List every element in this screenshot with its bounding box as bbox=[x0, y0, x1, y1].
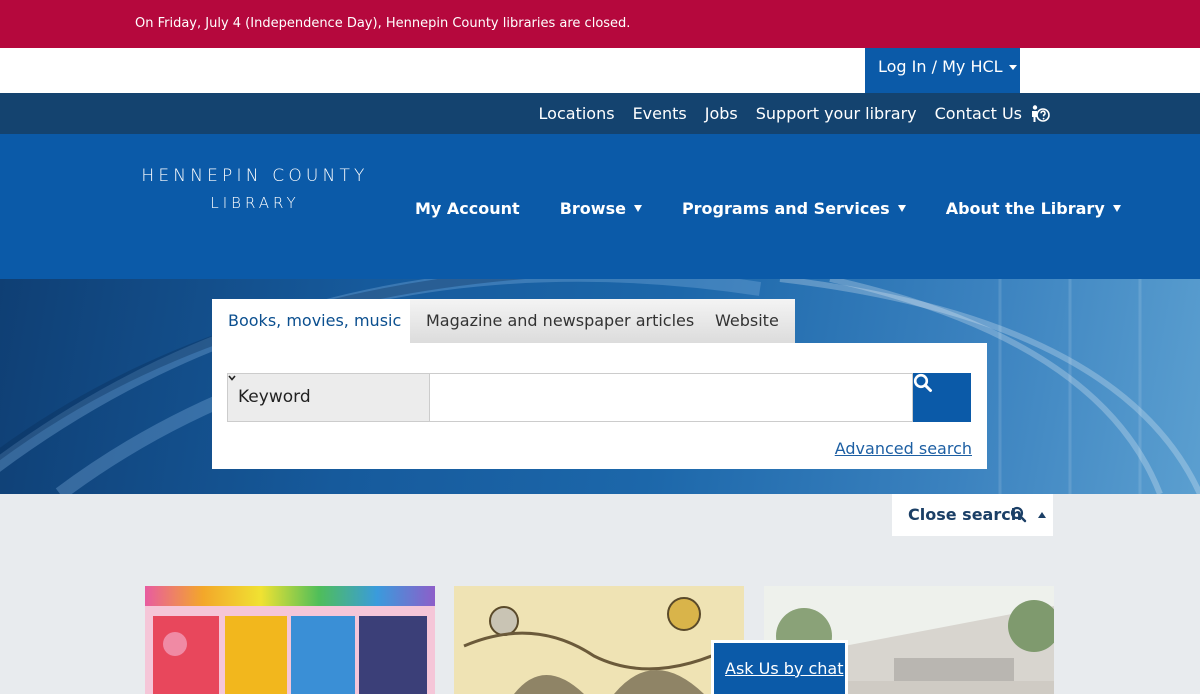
ask-us-chat-button[interactable]: Ask Us by chat bbox=[711, 640, 848, 694]
caret-down-icon bbox=[1112, 205, 1121, 212]
logo-line-1: HENNEPIN COUNTY bbox=[141, 166, 369, 186]
nav-browse[interactable]: Browse bbox=[560, 199, 642, 218]
utility-link-events[interactable]: Events bbox=[633, 104, 687, 123]
feature-card-event[interactable] bbox=[454, 586, 744, 694]
nav-programs-and-services[interactable]: Programs and Services bbox=[682, 199, 906, 218]
close-search-button[interactable]: Close search bbox=[892, 494, 1053, 536]
close-search-label: Close search bbox=[908, 505, 1023, 524]
nav-my-account[interactable]: My Account bbox=[415, 199, 520, 218]
nav-about-the-library[interactable]: About the Library bbox=[946, 199, 1121, 218]
closure-alert-text: On Friday, July 4 (Independence Day), He… bbox=[135, 16, 631, 31]
search-icon bbox=[1010, 506, 1027, 523]
chat-label: Ask Us by chat bbox=[725, 659, 844, 678]
nav-label: About the Library bbox=[945, 199, 1105, 218]
advanced-search-link[interactable]: Advanced search bbox=[835, 439, 972, 458]
tab-label: Magazine and newspaper articles bbox=[426, 311, 695, 330]
book-covers-image bbox=[145, 606, 435, 694]
tab-label: Website bbox=[715, 311, 779, 330]
tab-label: Books, movies, music bbox=[228, 311, 402, 330]
utility-link-contact-us[interactable]: Contact Us bbox=[935, 104, 1022, 123]
event-illustration-image bbox=[463, 597, 735, 694]
caret-down-icon bbox=[1008, 65, 1017, 70]
search-button[interactable] bbox=[913, 373, 971, 422]
closure-alert-bar: On Friday, July 4 (Independence Day), He… bbox=[0, 0, 1200, 48]
tab-books-movies-music[interactable]: Books, movies, music bbox=[212, 299, 418, 343]
feature-card-books[interactable] bbox=[145, 586, 435, 694]
utility-link-jobs[interactable]: Jobs bbox=[705, 104, 738, 123]
library-logo[interactable]: HENNEPIN COUNTY LIBRARY bbox=[135, 166, 375, 212]
nav-label: My Account bbox=[415, 199, 520, 218]
nav-label: Browse bbox=[559, 199, 626, 218]
chevron-down-icon bbox=[228, 375, 236, 381]
search-hero: Books, movies, music Magazine and newspa… bbox=[0, 279, 1200, 494]
utility-link-support[interactable]: Support your library bbox=[756, 104, 917, 123]
search-type-select[interactable]: Keyword bbox=[227, 373, 429, 422]
caret-up-icon bbox=[1038, 512, 1046, 518]
help-icon[interactable] bbox=[1030, 104, 1050, 124]
caret-down-icon bbox=[633, 205, 642, 212]
nav-label: Programs and Services bbox=[681, 199, 890, 218]
search-panel: Keyword Advanced search bbox=[212, 343, 987, 469]
tab-magazine-newspaper-articles[interactable]: Magazine and newspaper articles bbox=[410, 299, 711, 343]
tab-website[interactable]: Website bbox=[699, 299, 795, 343]
logo-line-2: LIBRARY bbox=[210, 194, 300, 212]
login-label: Log In / My HCL bbox=[878, 57, 1003, 76]
utility-link-locations[interactable]: Locations bbox=[539, 104, 615, 123]
search-icon bbox=[913, 373, 932, 392]
caret-down-icon bbox=[897, 205, 906, 212]
main-nav: My Account Browse Programs and Services … bbox=[415, 199, 1121, 218]
account-row: Log In / My HCL bbox=[0, 48, 1200, 93]
search-input[interactable] bbox=[429, 373, 913, 422]
main-header: HENNEPIN COUNTY LIBRARY My Account Brows… bbox=[0, 134, 1200, 279]
utility-nav: Locations Events Jobs Support your libra… bbox=[0, 93, 1200, 134]
search-type-value: Keyword bbox=[238, 387, 311, 407]
login-my-hcl-button[interactable]: Log In / My HCL bbox=[865, 48, 1020, 93]
